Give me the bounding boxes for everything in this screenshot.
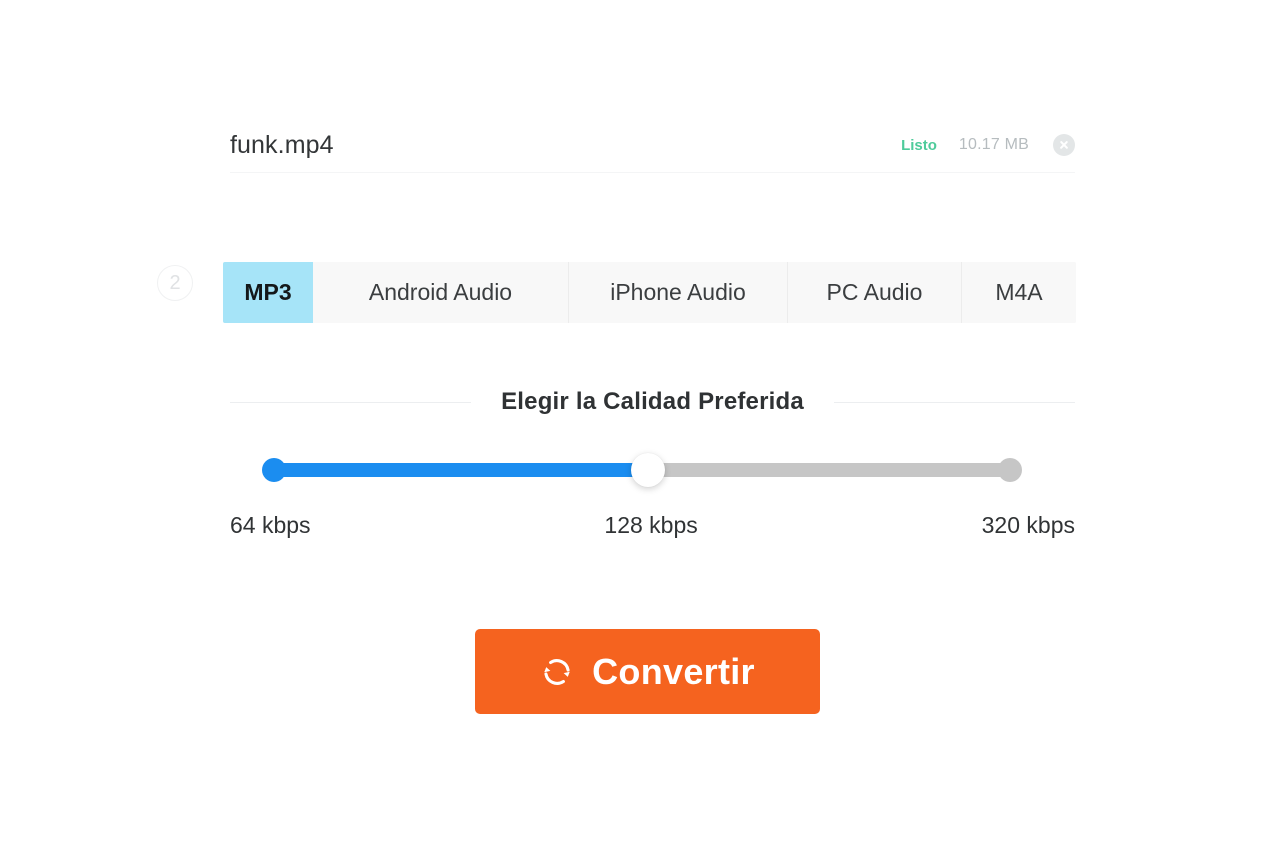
slider-label-max: 320 kbps bbox=[981, 512, 1075, 538]
quality-section-header: Elegir la Calidad Preferida bbox=[230, 388, 1076, 416]
step-badge-2: 2 bbox=[157, 265, 193, 301]
convert-button-label: Convertir bbox=[592, 650, 755, 692]
file-size: 10.17 MB bbox=[958, 136, 1029, 153]
format-tab-bar: MP3 Android Audio iPhone Audio PC Audio … bbox=[223, 262, 1076, 323]
close-circle-icon[interactable] bbox=[1053, 134, 1075, 156]
quality-title: Elegir la Calidad Preferida bbox=[501, 388, 804, 415]
quality-slider[interactable] bbox=[262, 452, 1022, 488]
tab-m4a[interactable]: M4A bbox=[962, 262, 1076, 323]
slider-label-min: 64 kbps bbox=[230, 512, 311, 538]
rule-left bbox=[230, 401, 472, 403]
file-meta: Listo 10.17 MB bbox=[901, 134, 1075, 156]
tab-pc-audio[interactable]: PC Audio bbox=[788, 262, 962, 323]
converter-page: funk.mp4 Listo 10.17 MB 2 MP3 Android Au… bbox=[0, 0, 1280, 853]
slider-handle[interactable] bbox=[631, 453, 665, 487]
file-name: funk.mp4 bbox=[230, 130, 334, 159]
file-row: funk.mp4 Listo 10.17 MB bbox=[230, 118, 1075, 172]
arrowhead-up-icon bbox=[544, 666, 551, 672]
slider-endpoint-max[interactable] bbox=[998, 458, 1022, 482]
tab-iphone-audio[interactable]: iPhone Audio bbox=[569, 262, 788, 323]
tab-android-audio[interactable]: Android Audio bbox=[313, 262, 569, 323]
slider-label-mid: 128 kbps bbox=[604, 512, 698, 538]
file-row-divider bbox=[230, 172, 1075, 173]
slider-labels: 64 kbps 128 kbps 320 kbps bbox=[230, 512, 1075, 539]
file-status-badge: Listo bbox=[901, 136, 937, 154]
tab-mp3[interactable]: MP3 bbox=[223, 262, 313, 323]
arrowhead-down-icon bbox=[563, 671, 570, 677]
slider-track-fill bbox=[274, 463, 648, 477]
refresh-sync-icon bbox=[544, 658, 570, 685]
rule-right bbox=[833, 401, 1076, 403]
convert-button[interactable]: Convertir bbox=[475, 629, 820, 714]
slider-endpoint-min[interactable] bbox=[262, 458, 286, 482]
